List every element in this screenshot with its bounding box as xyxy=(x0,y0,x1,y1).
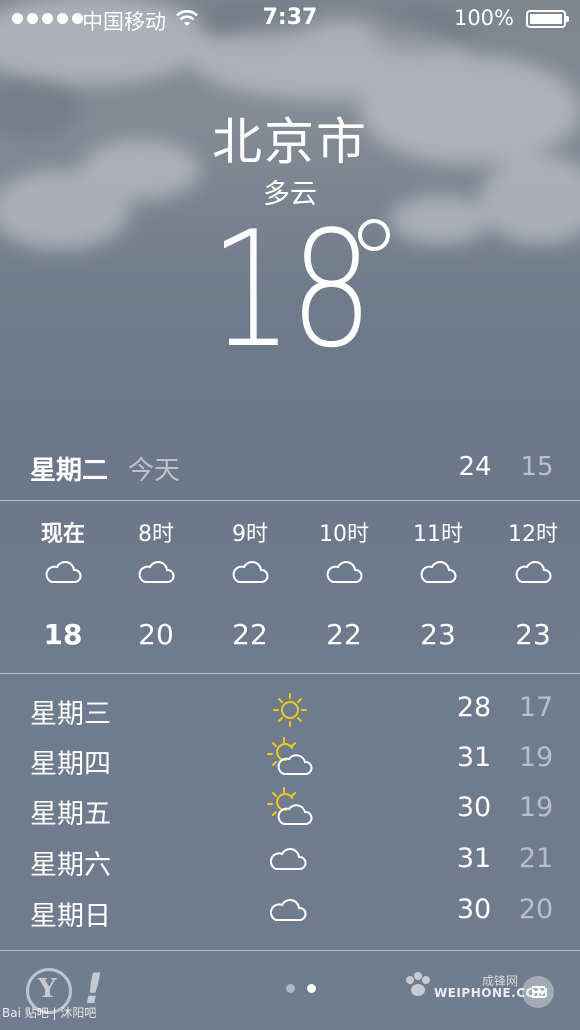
yahoo-letter: Y xyxy=(38,974,57,1004)
battery-icon xyxy=(526,10,569,28)
divider xyxy=(0,673,580,674)
hour-temp: 23 xyxy=(420,618,456,651)
cloud-icon xyxy=(262,886,318,934)
hour-label: 12时 xyxy=(508,522,558,547)
day-low: 17 xyxy=(518,692,554,723)
day-name: 星期五 xyxy=(30,799,111,830)
hourly-item: 现在 18 xyxy=(16,502,110,651)
daily-row: 星期四 31 19 xyxy=(0,734,580,784)
cloud-icon xyxy=(262,835,318,883)
cloud-icon xyxy=(486,558,580,610)
city-name: 北京市 xyxy=(212,113,368,171)
current-temperature-value: 18 xyxy=(209,196,374,383)
hour-label: 10时 xyxy=(319,522,369,547)
cloud-icon xyxy=(16,558,110,610)
day-high: 31 xyxy=(456,843,492,874)
degree-symbol xyxy=(358,219,390,251)
list-icon[interactable] xyxy=(522,976,554,1008)
hour-temp: 23 xyxy=(515,618,551,651)
today-summary: 星期二 今天 24 15 xyxy=(0,442,580,498)
today-weekday: 星期二 xyxy=(30,456,109,486)
divider xyxy=(0,950,580,951)
partly-sunny-icon xyxy=(262,734,318,782)
daily-row: 星期日 30 20 xyxy=(0,886,580,936)
watermark-right: 成锋网 WEIPHONE.COM xyxy=(404,968,554,1018)
cloud-icon xyxy=(297,558,391,610)
hour-temp: 22 xyxy=(326,618,362,651)
day-high: 31 xyxy=(456,742,492,773)
hourly-forecast[interactable]: 现在 18 8时 20 9时 22 10时 22 11时 23 12时 23 xyxy=(0,502,580,672)
day-name: 星期三 xyxy=(30,699,111,730)
watermark-left: Bai 贴吧 | 沐阳吧 xyxy=(2,1006,97,1020)
hourly-item: 12时 23 xyxy=(486,502,580,651)
cloud-icon xyxy=(391,558,485,610)
daily-row: 星期三 28 17 xyxy=(0,684,580,734)
day-low: 19 xyxy=(518,792,554,823)
hour-temp: 22 xyxy=(232,618,268,651)
day-low: 20 xyxy=(518,894,554,925)
today-low: 15 xyxy=(520,452,554,482)
day-name: 星期四 xyxy=(30,749,111,780)
day-name: 星期六 xyxy=(30,850,111,881)
page-indicator[interactable] xyxy=(286,984,316,993)
hourly-item: 9时 22 xyxy=(203,502,297,651)
paw-icon xyxy=(406,972,430,996)
hour-label: 9时 xyxy=(232,522,268,547)
page-dot[interactable] xyxy=(286,984,295,993)
cloud-icon xyxy=(203,558,297,610)
hour-temp: 20 xyxy=(138,618,174,651)
page-dot-active[interactable] xyxy=(307,984,316,993)
battery-percentage: 100% xyxy=(453,6,514,30)
day-name: 星期日 xyxy=(30,901,111,932)
cloud-icon xyxy=(109,558,203,610)
footer-bar: Y ! Bai 贴吧 | 沐阳吧 成锋网 WEIPHONE.COM xyxy=(0,952,580,1030)
daily-row: 星期五 30 19 xyxy=(0,784,580,834)
hour-label: 11时 xyxy=(413,522,463,547)
sun-icon xyxy=(262,684,318,732)
day-low: 21 xyxy=(518,843,554,874)
current-temperature: 18 xyxy=(0,205,580,375)
partly-sunny-icon xyxy=(262,784,318,832)
day-low: 19 xyxy=(518,742,554,773)
hour-label: 现在 xyxy=(40,522,85,547)
hour-label: 8时 xyxy=(138,522,174,547)
hourly-item: 8时 20 xyxy=(109,502,203,651)
day-high: 28 xyxy=(456,692,492,723)
hourly-item: 10时 22 xyxy=(297,502,391,651)
daily-row: 星期六 31 21 xyxy=(0,835,580,885)
hour-temp: 18 xyxy=(43,618,83,651)
hourly-item: 11时 23 xyxy=(391,502,485,651)
today-high: 24 xyxy=(458,452,492,482)
divider xyxy=(0,500,580,501)
day-high: 30 xyxy=(456,792,492,823)
status-bar: 中国移动 7:37 100% xyxy=(0,0,580,40)
day-high: 30 xyxy=(456,894,492,925)
today-label: 今天 xyxy=(128,456,181,486)
